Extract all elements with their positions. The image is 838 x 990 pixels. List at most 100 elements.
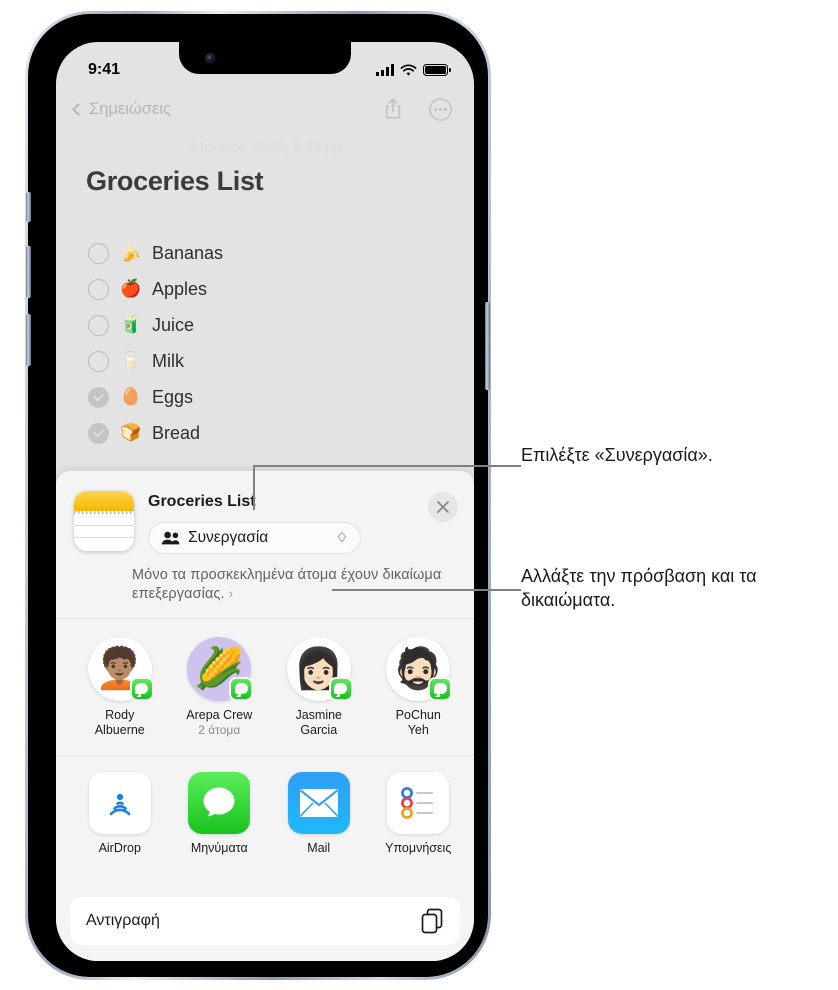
collaborate-selector[interactable]: Συνεργασία bbox=[148, 522, 361, 554]
share-target-mail[interactable]: Mail bbox=[269, 771, 369, 855]
callout-change-permissions: Αλλάξτε την πρόσβαση και τα δικαιώματα. bbox=[521, 565, 821, 613]
share-target-airdrop[interactable]: AirDrop bbox=[70, 771, 170, 855]
mail-icon bbox=[287, 771, 350, 834]
app-label: Υπομνήσεις bbox=[385, 840, 452, 855]
wifi-icon bbox=[400, 63, 417, 76]
checklist-item[interactable]: 🧃 Juice bbox=[88, 307, 454, 343]
checklist-label: Milk bbox=[152, 350, 184, 371]
cellular-signal-icon bbox=[376, 64, 394, 76]
checkbox-bananas[interactable] bbox=[88, 242, 109, 264]
note-date-ghost: 8 Ιουνίου 2022, 8:39 μμ bbox=[187, 140, 343, 156]
navigation-bar: Σημειώσεις bbox=[56, 88, 474, 130]
status-indicators bbox=[376, 63, 451, 77]
contact-jasmine-garcia[interactable]: 👩🏻 Jasmine Garcia bbox=[269, 636, 369, 739]
battery-icon bbox=[423, 64, 451, 76]
chevron-left-icon bbox=[72, 102, 85, 116]
contact-name-line1: Arepa Crew bbox=[186, 707, 253, 722]
grocery-checklist: 🍌 Bananas 🍎 Apples 🧃 Juice 🥛 Milk 🥚 Eggs… bbox=[88, 235, 454, 451]
callout-text: Επιλέξτε «Συνεργασία». bbox=[521, 445, 713, 465]
back-label: Σημειώσεις bbox=[89, 99, 171, 118]
checklist-label: Eggs bbox=[152, 386, 194, 407]
emoji-apple: 🍎 bbox=[120, 279, 142, 298]
share-target-reminders[interactable]: Υπομνήσεις bbox=[369, 771, 469, 855]
emoji-banana: 🍌 bbox=[120, 243, 142, 262]
checklist-label: Bananas bbox=[152, 242, 224, 263]
close-x-icon[interactable] bbox=[428, 492, 458, 522]
contact-name-line2: Garcia bbox=[300, 723, 338, 738]
phone-screen: 9:41 Σημειώσεις 8 Ιουνίου 2022, 8:39 μμ … bbox=[56, 42, 474, 961]
checkbox-eggs[interactable] bbox=[88, 386, 109, 408]
contact-pochun-yeh[interactable]: 🧔🏻 PoChun Yeh bbox=[369, 636, 469, 739]
callout-leader-vertical bbox=[253, 465, 255, 510]
contact-name-line1: Jasmine bbox=[295, 707, 343, 722]
messages-badge-icon bbox=[129, 676, 154, 701]
app-label: AirDrop bbox=[98, 840, 141, 855]
share-sheet: Groceries List Συνεργασία Μόνο τα προσκε… bbox=[56, 471, 474, 961]
messages-badge-icon bbox=[428, 676, 453, 701]
callout-leader-1 bbox=[253, 465, 521, 467]
copy-label: Αντιγραφή bbox=[86, 912, 160, 929]
contact-name-line1: Rody bbox=[105, 707, 135, 722]
status-time: 9:41 bbox=[88, 61, 121, 78]
checklist-item[interactable]: 🥛 Milk bbox=[88, 343, 454, 379]
more-ellipsis-icon[interactable] bbox=[429, 97, 452, 121]
iphone-device-frame: 9:41 Σημειώσεις 8 Ιουνίου 2022, 8:39 μμ … bbox=[22, 8, 494, 983]
front-camera-icon bbox=[205, 53, 216, 64]
checkbox-apples[interactable] bbox=[88, 278, 109, 300]
checklist-item[interactable]: 🍞 Bread bbox=[88, 415, 454, 451]
mute-switch[interactable] bbox=[26, 192, 31, 222]
emoji-milk-glass: 🥛 bbox=[120, 351, 142, 370]
contacts-row: 🧑🏽‍🦱 Rody Albuerne 🌽 Arepa Crew bbox=[56, 619, 474, 739]
app-label: Mail bbox=[307, 840, 331, 855]
shared-document-title: Groceries List bbox=[148, 493, 256, 510]
messages-badge-icon bbox=[229, 676, 254, 701]
app-label: Μηνύματα bbox=[190, 840, 248, 855]
power-button[interactable] bbox=[485, 302, 490, 390]
emoji-juice-box: 🧃 bbox=[120, 315, 142, 334]
permission-description[interactable]: Μόνο τα προσκεκλημένα άτομα έχουν δικαίω… bbox=[56, 554, 474, 605]
messages-icon bbox=[188, 771, 251, 834]
collaborate-label: Συνεργασία bbox=[188, 529, 269, 546]
volume-down-button[interactable] bbox=[26, 314, 31, 366]
copy-action-row[interactable]: Αντιγραφή bbox=[70, 897, 460, 945]
checkbox-bread[interactable] bbox=[88, 422, 109, 444]
contact-name-line2: Albuerne bbox=[94, 723, 145, 738]
checklist-item[interactable]: 🍌 Bananas bbox=[88, 235, 454, 271]
permission-text: Μόνο τα προσκεκλημένα άτομα έχουν δικαίω… bbox=[132, 567, 442, 603]
contact-arepa-crew[interactable]: 🌽 Arepa Crew 2 άτομα bbox=[170, 636, 270, 739]
volume-up-button[interactable] bbox=[26, 246, 31, 298]
callout-text: Αλλάξτε την πρόσβαση και τα δικαιώματα. bbox=[521, 566, 757, 610]
up-down-chevron-icon bbox=[337, 531, 347, 543]
checklist-label: Apples bbox=[152, 278, 208, 299]
emoji-bread: 🍞 bbox=[120, 423, 142, 442]
contact-rody-albuerne[interactable]: 🧑🏽‍🦱 Rody Albuerne bbox=[70, 636, 170, 739]
chevron-right-icon: › bbox=[228, 586, 234, 602]
notes-app-icon bbox=[74, 491, 134, 551]
checklist-label: Bread bbox=[152, 422, 201, 443]
callout-leader-2 bbox=[332, 589, 521, 591]
two-people-icon bbox=[161, 531, 180, 545]
reminders-icon bbox=[387, 771, 450, 834]
airdrop-icon bbox=[88, 771, 151, 834]
emoji-egg: 🥚 bbox=[120, 387, 142, 406]
checkbox-milk[interactable] bbox=[88, 350, 109, 372]
messages-badge-icon bbox=[328, 676, 353, 701]
contact-member-count: 2 άτομα bbox=[198, 723, 241, 738]
contact-name-line2: Yeh bbox=[407, 723, 429, 738]
share-target-messages[interactable]: Μηνύματα bbox=[170, 771, 270, 855]
callout-select-collaborate: Επιλέξτε «Συνεργασία». bbox=[521, 444, 831, 468]
page-title: Groceries List bbox=[86, 166, 264, 196]
contact-name-line1: PoChun bbox=[395, 707, 441, 722]
back-to-notes-button[interactable]: Σημειώσεις bbox=[72, 99, 171, 119]
checkbox-juice[interactable] bbox=[88, 314, 109, 336]
screenshot-root: 9:41 Σημειώσεις 8 Ιουνίου 2022, 8:39 μμ … bbox=[0, 0, 838, 990]
checklist-item[interactable]: 🍎 Apples bbox=[88, 271, 454, 307]
share-apps-row: AirDrop Μηνύματα Mail Υπομνήσεις bbox=[56, 756, 474, 855]
share-icon[interactable] bbox=[383, 97, 403, 121]
copy-pages-icon bbox=[421, 908, 443, 934]
device-body: 9:41 Σημειώσεις 8 Ιουνίου 2022, 8:39 μμ … bbox=[26, 14, 490, 977]
share-sheet-header: Groceries List Συνεργασία bbox=[56, 471, 474, 554]
device-notch bbox=[179, 42, 351, 74]
checklist-item[interactable]: 🥚 Eggs bbox=[88, 379, 454, 415]
checklist-label: Juice bbox=[152, 314, 195, 335]
